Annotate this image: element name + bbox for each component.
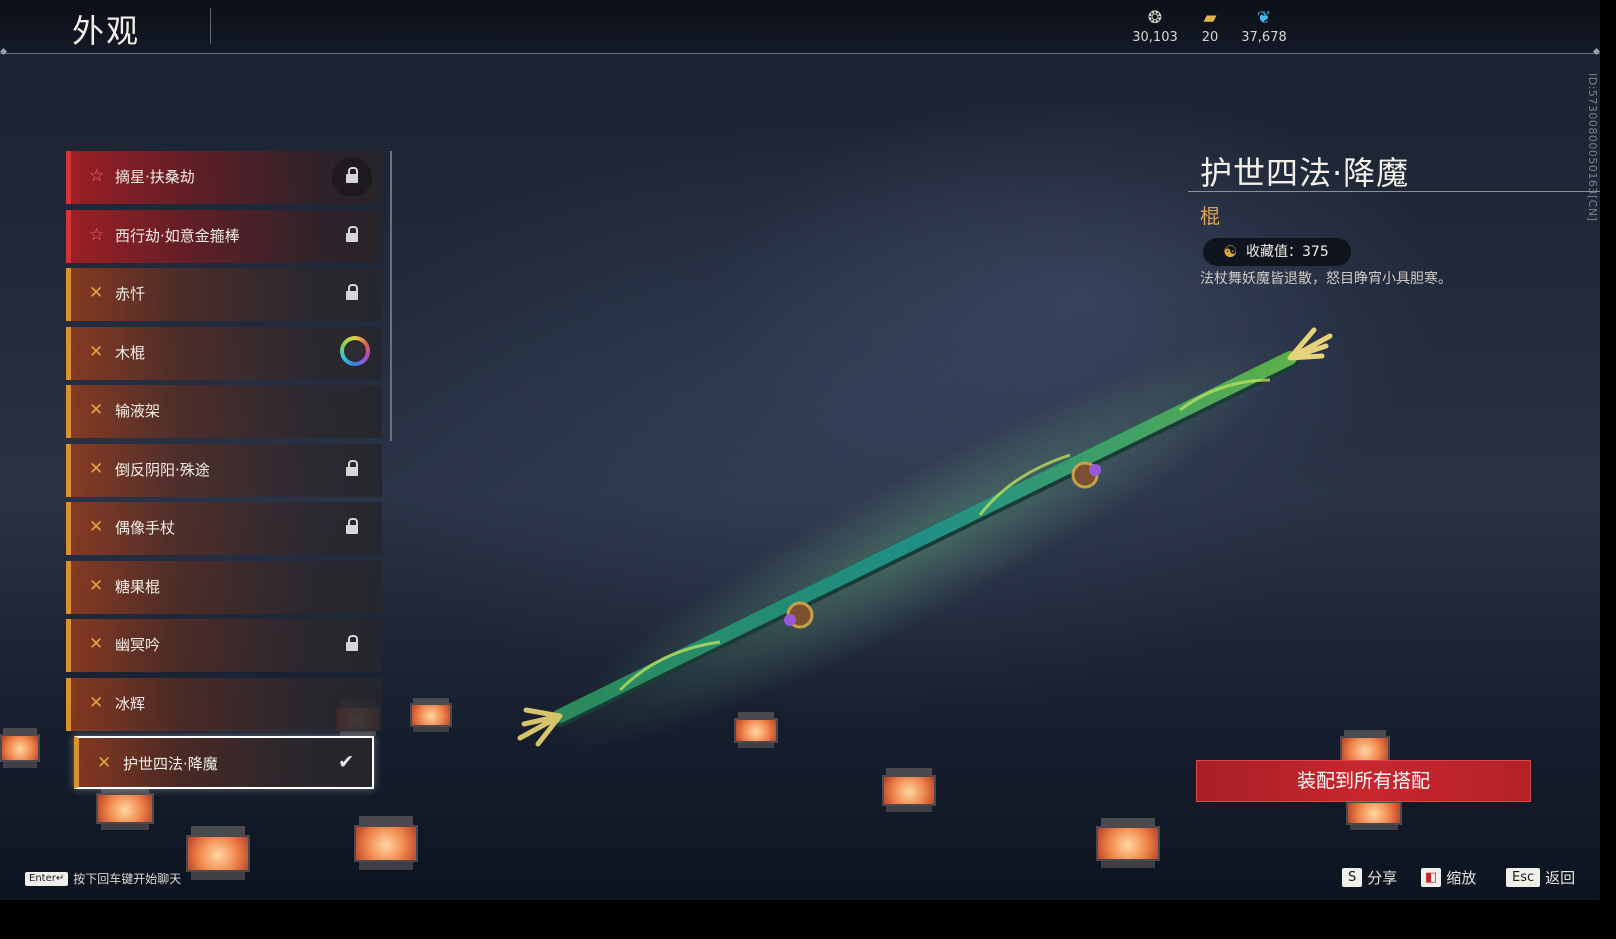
staff-gem — [1089, 464, 1101, 476]
share-key: S — [1342, 868, 1363, 887]
appearance-list-item[interactable]: ☆ 西行劫·如意金箍棒 — [66, 209, 382, 263]
appearance-list-item[interactable]: ✕ 幽冥吟 — [66, 619, 382, 672]
lock-icon — [346, 459, 358, 476]
back-label: 返回 — [1545, 869, 1576, 887]
staff-gem — [784, 614, 796, 626]
lock-icon — [346, 635, 358, 651]
appearance-list-item[interactable]: ✕ 偶像手杖 — [66, 502, 382, 555]
back-hint[interactable]: Esc 返回 — [1506, 868, 1575, 888]
appearance-list-item[interactable]: ✕ 冰辉 — [66, 677, 382, 731]
appearance-list-item[interactable]: ✕ 倒反阴阳·殊途 — [66, 443, 382, 497]
mouse-icon: ◧ — [1421, 868, 1442, 887]
list-item-label: 糖果棍 — [115, 577, 161, 596]
list-scrollbar[interactable] — [390, 151, 392, 441]
cross-rarity-icon: ✕ — [89, 458, 104, 479]
game-scene: 外观 ❂ 30,103 ▰ 20 ❦ 37,678 ☆ 摘星·扶桑劫 ☆ 西行劫… — [0, 0, 1600, 900]
zoom-label: 缩放 — [1446, 869, 1477, 887]
star-icon: ☆ — [89, 224, 105, 245]
list-item-label: 西行劫·如意金箍棒 — [115, 226, 240, 245]
color-ring-icon — [340, 335, 370, 366]
list-item-label: 偶像手杖 — [115, 519, 176, 537]
cross-rarity-icon: ✕ — [89, 634, 104, 654]
cross-rarity-icon: ✕ — [89, 341, 104, 362]
esc-key: Esc — [1506, 868, 1541, 887]
checkmark-icon: ✔ — [338, 751, 354, 773]
zoom-hint[interactable]: ◧ 缩放 — [1421, 868, 1476, 888]
cross-rarity-icon: ✕ — [97, 753, 112, 773]
lock-icon — [346, 518, 358, 534]
item-title: 护世四法·降魔 — [1200, 154, 1410, 192]
lock-icon — [346, 284, 358, 300]
appearance-list-item[interactable]: ☆ 摘星·扶桑劫 — [66, 151, 382, 204]
chat-hint-label: 按下回车键开始聊天 — [73, 872, 182, 886]
cross-rarity-icon: ✕ — [89, 283, 104, 303]
list-item-label: 赤忏 — [115, 285, 146, 303]
list-item-label: 摘星·扶桑劫 — [115, 168, 195, 186]
title-underline — [1188, 191, 1600, 192]
appearance-list-item[interactable]: ✕ 糖果棍 — [66, 560, 382, 614]
star-icon: ☆ — [89, 166, 105, 186]
equip-all-button[interactable]: 装配到所有搭配 — [1196, 760, 1531, 802]
appearance-list-item[interactable]: ✕ 输液架 — [66, 385, 382, 438]
list-item-label: 冰辉 — [115, 694, 146, 713]
appearance-list-item[interactable]: ✕ 木棍 — [66, 326, 382, 380]
cross-rarity-icon: ✕ — [89, 692, 104, 713]
share-label: 分享 — [1367, 869, 1398, 887]
cross-rarity-icon: ✕ — [89, 517, 104, 537]
list-item-label: 木棍 — [115, 343, 146, 362]
staff-claw-top — [1287, 327, 1333, 361]
lock-icon — [346, 225, 358, 242]
appearance-list-item[interactable]: ✕ 护世四法·降魔 ✔ — [74, 736, 374, 789]
list-item-label: 输液架 — [115, 402, 161, 420]
appearance-list-item[interactable]: ✕ 赤忏 — [66, 268, 382, 321]
chat-hint[interactable]: Enter↵ 按下回车键开始聊天 — [25, 872, 181, 887]
cross-rarity-icon: ✕ — [89, 575, 104, 596]
collection-icon: ☯ — [1223, 242, 1238, 261]
cross-rarity-icon: ✕ — [89, 400, 104, 420]
enter-key: Enter↵ — [25, 872, 69, 886]
list-item-label: 幽冥吟 — [115, 636, 161, 654]
item-type: 棍 — [1200, 204, 1220, 228]
appearance-list[interactable]: ☆ 摘星·扶桑劫 ☆ 西行劫·如意金箍棒 ✕ 赤忏 ✕ 木棍 ✕ 输液架 ✕ 倒反阴阳·殊途 ✕ 偶像手杖… — [66, 151, 382, 796]
list-item-label: 倒反阴阳·殊途 — [115, 460, 210, 479]
player-id: ID:57300800050163[CN] — [1586, 73, 1599, 222]
staff-shaft — [553, 351, 1297, 723]
item-description: 法杖舞妖魔皆退散，怒目睁宵小具胆寒。 — [1200, 271, 1452, 287]
collection-value-badge: ☯ 收藏值：375 — [1203, 238, 1351, 266]
lock-icon — [346, 167, 358, 183]
collection-value: 收藏值：375 — [1246, 244, 1329, 260]
share-hint[interactable]: S 分享 — [1342, 868, 1397, 888]
list-item-label: 护世四法·降魔 — [123, 755, 218, 773]
